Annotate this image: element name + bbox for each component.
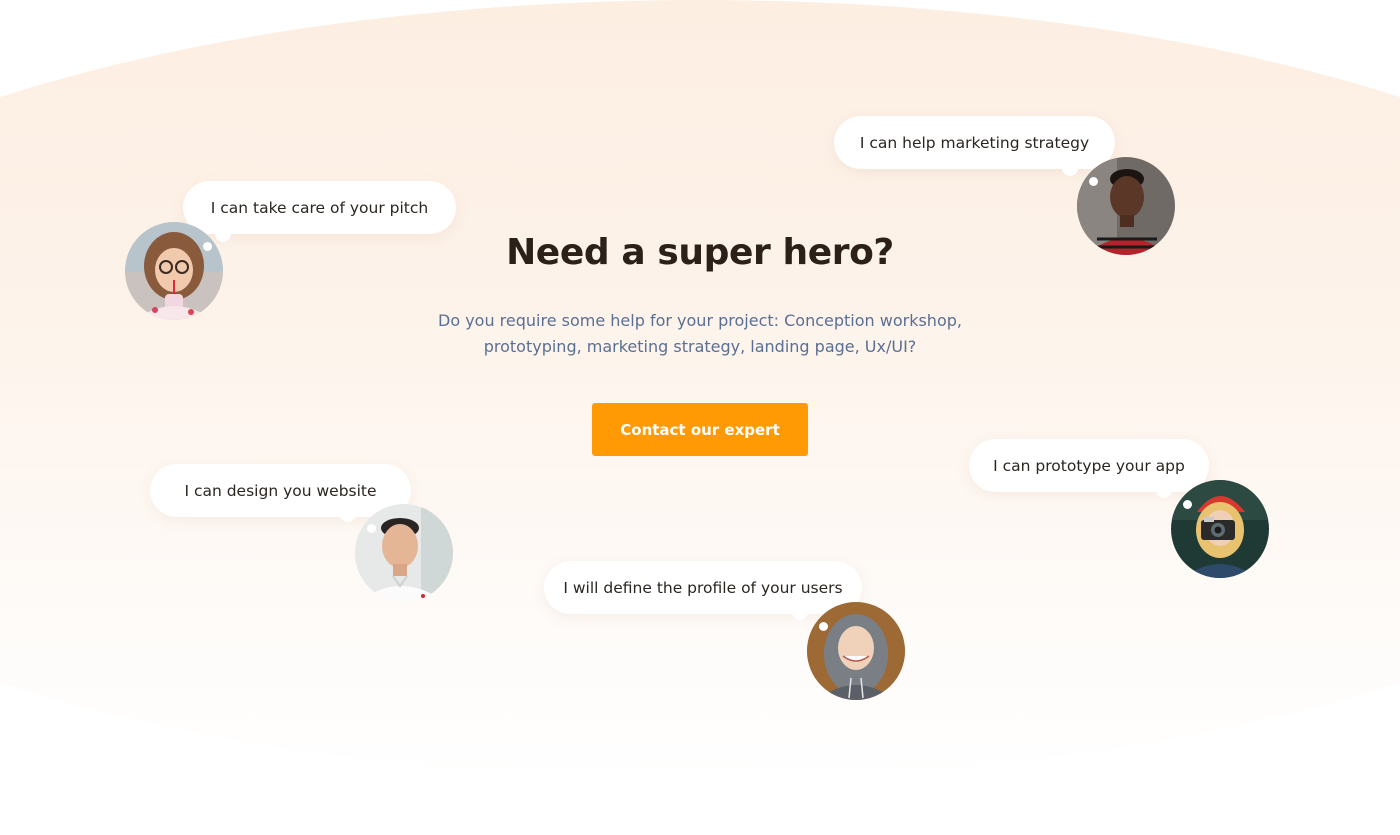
- avatar: [807, 602, 905, 700]
- bubble-tail-dot: [819, 622, 828, 631]
- hero-section: Need a super hero? Do you require some h…: [0, 0, 1400, 835]
- expert-quote: I can prototype your app: [993, 456, 1185, 475]
- avatar-photo-woman-glasses: [125, 222, 223, 320]
- speech-bubble: I will define the profile of your users: [544, 561, 862, 614]
- bubble-tail-dot: [367, 524, 376, 533]
- expert-quote: I will define the profile of your users: [563, 578, 843, 597]
- bubble-tail-dot: [1183, 500, 1192, 509]
- expert-quote: I can help marketing strategy: [859, 133, 1090, 152]
- expert-quote: I can design you website: [184, 481, 377, 500]
- contact-expert-button[interactable]: Contact our expert: [592, 403, 808, 456]
- subtitle-line-1: Do you require some help for your projec…: [438, 311, 962, 330]
- speech-bubble: I can prototype your app: [969, 439, 1209, 492]
- avatar-photo-man-white-shirt: [355, 504, 453, 602]
- avatar: [125, 222, 223, 320]
- speech-bubble: I can design you website: [150, 464, 411, 517]
- bubble-tail-dot: [1089, 177, 1098, 186]
- expert-quote: I can take care of your pitch: [210, 198, 429, 217]
- avatar-photo-man-red-shirt: [1077, 157, 1175, 255]
- bubble-tail: [792, 604, 808, 620]
- subtitle-line-2: prototyping, marketing strategy, landing…: [483, 337, 917, 356]
- bubble-tail-dot-front: [203, 242, 212, 251]
- avatar: [1171, 480, 1269, 578]
- avatar-photo-woman-hoodie: [807, 602, 905, 700]
- avatar: [355, 504, 453, 602]
- avatar: [1077, 157, 1175, 255]
- bubble-tail: [215, 226, 231, 242]
- hero-subtitle: Do you require some help for your projec…: [0, 308, 1400, 360]
- avatar-photo-woman-camera: [1171, 480, 1269, 578]
- bubble-tail: [1062, 160, 1078, 176]
- bubble-tail: [1156, 482, 1172, 498]
- bubble-tail: [340, 506, 356, 522]
- background-blob: [0, 0, 1400, 780]
